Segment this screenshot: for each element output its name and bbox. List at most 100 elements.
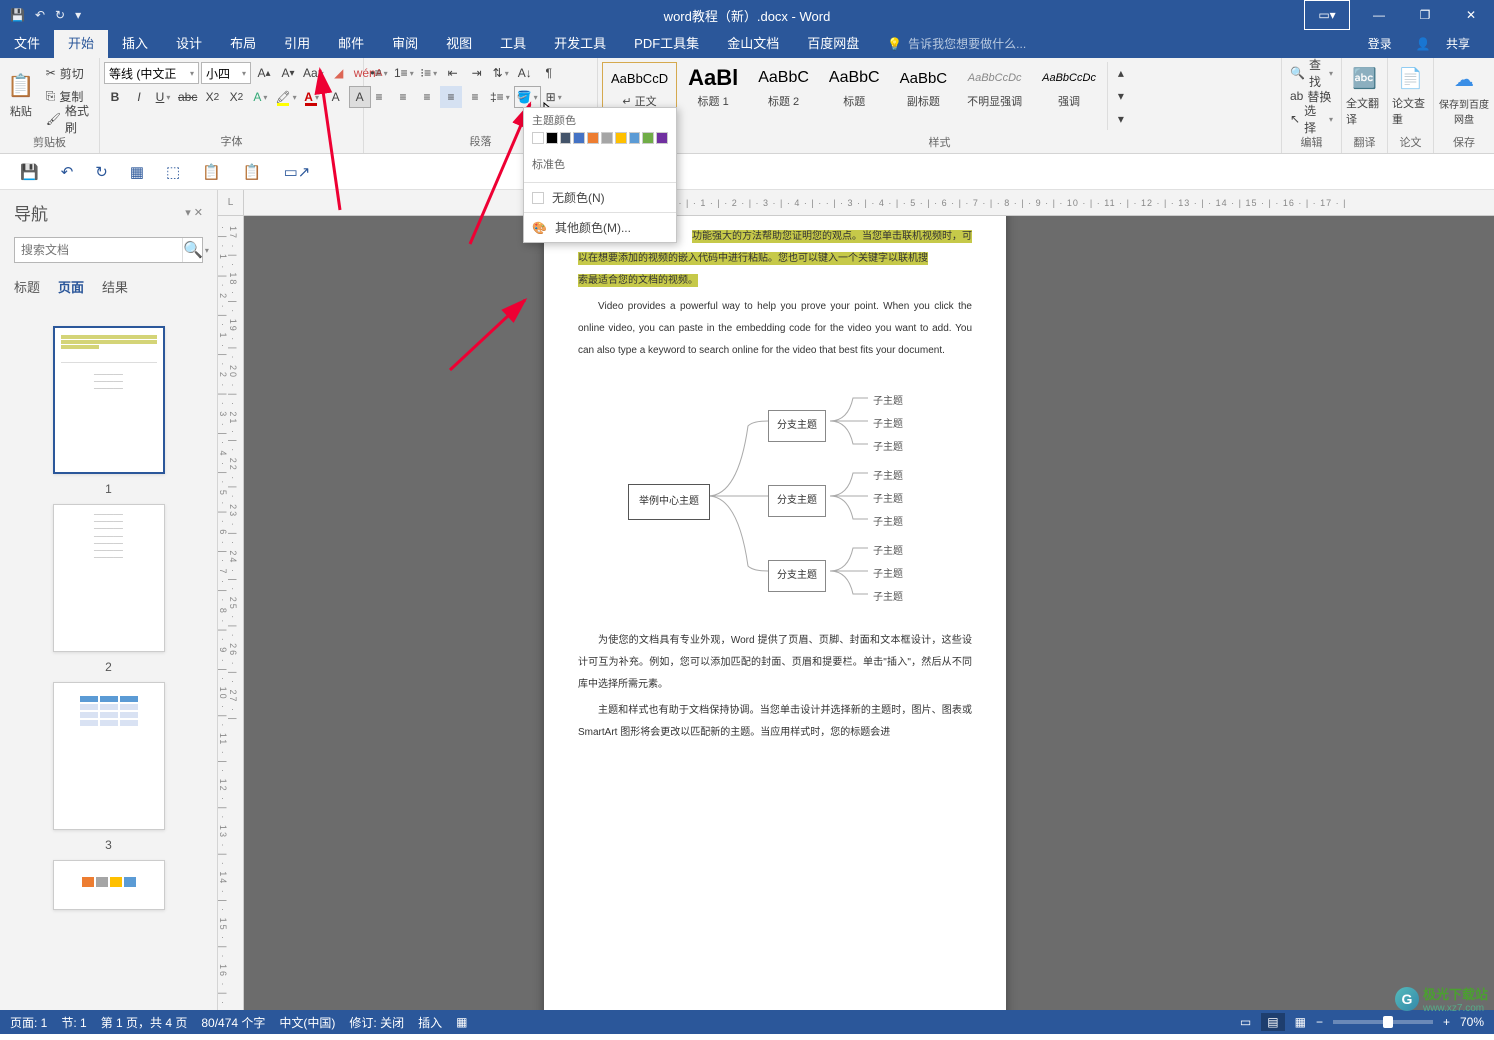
show-marks-button[interactable]: ¶ <box>538 62 560 84</box>
tab-developer[interactable]: 开发工具 <box>540 27 620 58</box>
tab-tools[interactable]: 工具 <box>486 27 540 58</box>
redo-icon[interactable]: ↻ <box>55 8 65 22</box>
highlight-button[interactable]: 🖍▾ <box>273 86 298 108</box>
redo-icon[interactable]: ↻ <box>95 163 108 181</box>
no-color-option[interactable]: 无颜色(N) <box>524 183 676 212</box>
search-input[interactable] <box>15 238 182 262</box>
align-center-button[interactable]: ≡ <box>392 86 414 108</box>
ruler-corner[interactable]: L <box>218 190 244 216</box>
text-effects-button[interactable]: A▾ <box>249 86 271 108</box>
change-case-button[interactable]: Aa▾ <box>301 62 326 84</box>
clipboard-icon[interactable]: 📋 <box>243 163 262 181</box>
decrease-indent-button[interactable]: ⇤ <box>442 62 464 84</box>
close-button[interactable]: ✕ <box>1448 0 1494 30</box>
bold-button[interactable]: B <box>104 86 126 108</box>
sort-button[interactable]: A↓ <box>514 62 536 84</box>
translate-button[interactable]: 🔤全文翻译 <box>1346 62 1383 130</box>
undo-icon[interactable]: ↶ <box>35 8 45 22</box>
search-icon[interactable]: 🔍▾ <box>182 238 209 262</box>
status-insert-mode[interactable]: 插入 <box>418 1014 442 1031</box>
styles-scroll-down[interactable]: ▾ <box>1110 85 1132 107</box>
nav-search[interactable]: 🔍▾ <box>14 237 203 263</box>
style-subtle[interactable]: AaBbCcDc不明显强调 <box>958 62 1031 112</box>
save-cloud-button[interactable]: ☁保存到百度网盘 <box>1438 62 1490 130</box>
status-language[interactable]: 中文(中国) <box>279 1014 335 1031</box>
italic-button[interactable]: I <box>128 86 150 108</box>
thumbnail-page-4[interactable] <box>53 860 165 910</box>
numbering-button[interactable]: 1≡▾ <box>392 62 416 84</box>
align-right-button[interactable]: ≡ <box>416 86 438 108</box>
select-button[interactable]: ↖选择▾ <box>1286 108 1337 130</box>
color-swatch[interactable] <box>560 132 572 144</box>
font-size-combo[interactable]: 小四▾ <box>201 62 251 84</box>
justify-button[interactable]: ≡ <box>440 86 462 108</box>
tab-review[interactable]: 审阅 <box>378 27 432 58</box>
grow-font-button[interactable]: A▴ <box>253 62 275 84</box>
zoom-level[interactable]: 70% <box>1460 1015 1484 1029</box>
increase-indent-button[interactable]: ⇥ <box>466 62 488 84</box>
line-spacing-button[interactable]: ‡≡▾ <box>488 86 512 108</box>
horizontal-ruler[interactable]: 3 · | · 2 · | · 1 · | · X · | · 1 · | · … <box>244 190 1494 216</box>
web-layout-icon[interactable]: ▦ <box>1295 1015 1306 1029</box>
text-direction-button[interactable]: ⇅▾ <box>490 62 512 84</box>
color-swatch[interactable] <box>546 132 558 144</box>
nav-tab-results[interactable]: 结果 <box>102 277 128 296</box>
style-heading1[interactable]: AaBl标题 1 <box>679 62 747 112</box>
multilevel-button[interactable]: ⁝≡▾ <box>418 62 440 84</box>
shading-button[interactable]: 🪣▾ <box>514 86 541 108</box>
superscript-button[interactable]: X2 <box>225 86 247 108</box>
link-icon[interactable]: ⬚ <box>166 163 180 181</box>
paste-button[interactable]: 📋 粘贴 <box>4 62 38 130</box>
tab-file[interactable]: 文件 <box>0 27 54 58</box>
more-colors-option[interactable]: 🎨 其他颜色(M)... <box>524 213 676 242</box>
tab-mailings[interactable]: 邮件 <box>324 27 378 58</box>
thumbnail-page-2[interactable]: ━━━━━━━━━━━━━━━━━━━━━━━━━━━━━━━━━━━━━━━━… <box>53 504 165 652</box>
color-swatch[interactable] <box>642 132 654 144</box>
save-icon[interactable]: 💾 <box>10 8 25 22</box>
shrink-font-button[interactable]: A▾ <box>277 62 299 84</box>
style-title[interactable]: AaBbC标题 <box>820 62 889 112</box>
save-icon[interactable]: 💾 <box>20 163 39 181</box>
zoom-in-button[interactable]: + <box>1443 1015 1450 1029</box>
tab-kingsoft[interactable]: 金山文档 <box>713 27 793 58</box>
thumbnail-page-1[interactable]: ━━━━━━━━━━━━━━━━━━━━━━━━━━━━━━━━━━━━ <box>53 326 165 474</box>
new-window-icon[interactable]: ▭↗ <box>284 163 311 181</box>
nav-tab-headings[interactable]: 标题 <box>14 277 40 296</box>
color-swatch[interactable] <box>601 132 613 144</box>
tab-baidu[interactable]: 百度网盘 <box>793 27 873 58</box>
color-swatch[interactable] <box>573 132 585 144</box>
print-layout-icon[interactable]: ▤ <box>1261 1013 1284 1031</box>
font-color-button[interactable]: A▾ <box>301 86 323 108</box>
share-button[interactable]: 👤 共享 <box>1404 29 1494 58</box>
tab-design[interactable]: 设计 <box>162 27 216 58</box>
status-page[interactable]: 页面: 1 <box>10 1014 47 1031</box>
tab-insert[interactable]: 插入 <box>108 27 162 58</box>
color-swatch[interactable] <box>629 132 641 144</box>
vertical-ruler[interactable]: · | · 1 · | · 2 · | · 1 · | · 2 · | · 3 … <box>218 216 244 1010</box>
color-swatch[interactable] <box>532 132 544 144</box>
char-border-button[interactable]: A <box>325 86 347 108</box>
style-subtitle[interactable]: AaBbC副标题 <box>891 62 957 112</box>
tab-pdf[interactable]: PDF工具集 <box>620 27 713 58</box>
tab-references[interactable]: 引用 <box>270 27 324 58</box>
find-button[interactable]: 🔍查找▾ <box>1286 62 1337 84</box>
borders-button[interactable]: ⊞▾ <box>543 86 565 108</box>
distributed-button[interactable]: ≡ <box>464 86 486 108</box>
restore-button[interactable]: ❐ <box>1402 0 1448 30</box>
status-revisions[interactable]: 修订: 关闭 <box>349 1014 404 1031</box>
color-swatch[interactable] <box>656 132 668 144</box>
style-emphasis[interactable]: AaBbCcDc强调 <box>1033 62 1105 112</box>
nav-close-icon[interactable]: ✕ <box>194 207 203 219</box>
color-swatch[interactable] <box>615 132 627 144</box>
undo-icon[interactable]: ↶ <box>61 163 74 181</box>
underline-button[interactable]: U▾ <box>152 86 174 108</box>
status-page-of[interactable]: 第 1 页，共 4 页 <box>101 1014 188 1031</box>
document-page[interactable]: 功能强大的方法帮助您证明您的观点。当您单击联机视频时，可 以在想要添加的视频的嵌… <box>544 190 1006 1010</box>
nav-tab-pages[interactable]: 页面 <box>58 277 84 296</box>
thesis-check-button[interactable]: 📄论文查重 <box>1392 62 1429 130</box>
align-left-button[interactable]: ≡ <box>368 86 390 108</box>
zoom-slider[interactable] <box>1333 1020 1433 1024</box>
qat-more-icon[interactable]: ▾ <box>75 8 81 22</box>
bullets-button[interactable]: •≡▾ <box>368 62 390 84</box>
status-section[interactable]: 节: 1 <box>61 1014 86 1031</box>
